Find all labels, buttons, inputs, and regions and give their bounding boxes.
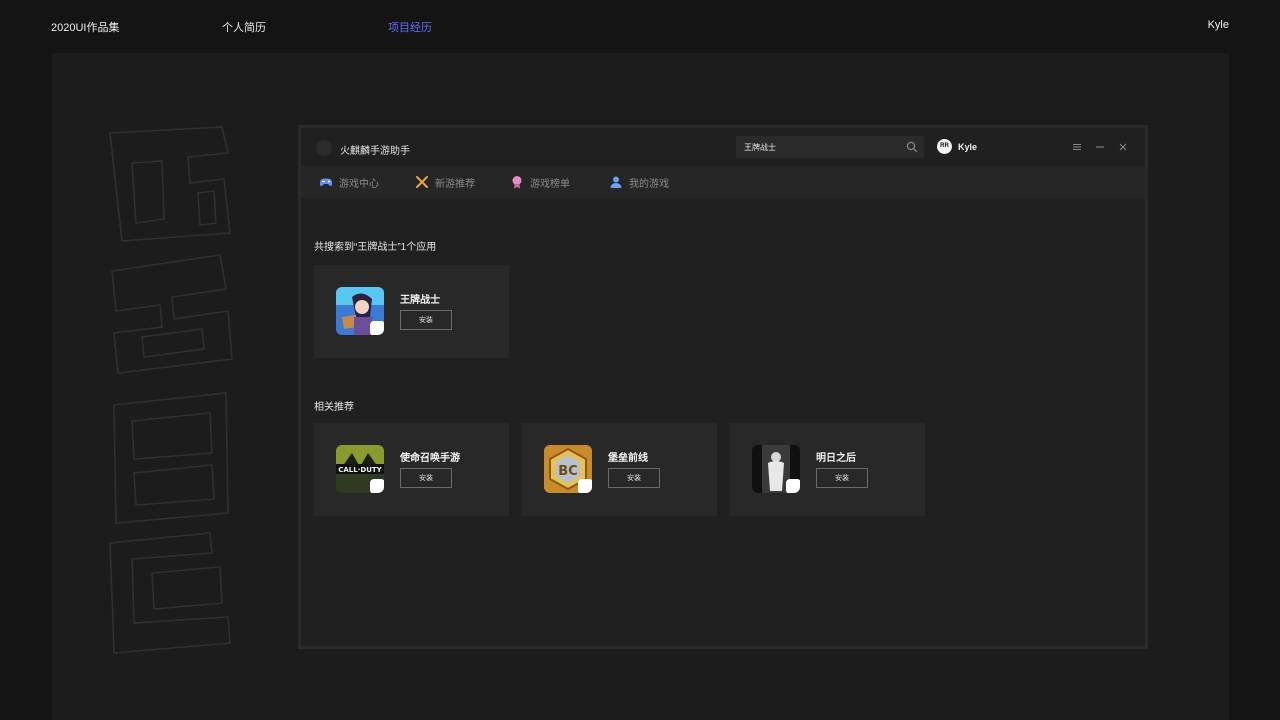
call-of-duty-logo-text: CALL·DUTY (338, 466, 382, 474)
game-name: 堡垒前线 (608, 453, 648, 464)
tab-new-games[interactable]: 新游推荐 (415, 166, 475, 198)
search-box (736, 136, 924, 158)
game-card[interactable]: 王牌战士 安装 (314, 265, 509, 358)
game-name: 使命召唤手游 (400, 453, 460, 464)
install-button[interactable]: 安装 (400, 310, 452, 330)
close-icon[interactable] (1117, 141, 1129, 153)
user-avatar[interactable]: RR (937, 139, 952, 154)
game-card[interactable]: 明日之后 安装 (730, 423, 925, 516)
tab-game-center[interactable]: 游戏中心 (319, 166, 379, 198)
tab-rankings[interactable]: 游戏榜单 (510, 166, 570, 198)
user-name[interactable]: Kyle (958, 142, 977, 152)
game-icon-call-of-duty: CALL·DUTY (336, 445, 384, 493)
game-icon-ace-fighter (336, 287, 384, 335)
crossed-swords-icon (416, 176, 428, 188)
install-button[interactable]: 安装 (816, 468, 868, 488)
user-icon (610, 176, 622, 188)
game-icon-lifeafter (752, 445, 800, 493)
minimize-icon[interactable] (1094, 141, 1106, 153)
game-name: 王牌战士 (400, 295, 440, 306)
game-card[interactable]: CALL·DUTY 使命召唤手游 安装 (314, 423, 509, 516)
search-input[interactable] (744, 136, 894, 158)
platform-badge-icon (370, 321, 384, 335)
nav-projects[interactable]: 项目经历 (388, 19, 432, 35)
medal-icon (512, 176, 522, 189)
tab-label: 我的游戏 (629, 178, 669, 190)
platform-badge-icon (578, 479, 592, 493)
game-card[interactable]: BC 堡垒前线 安装 (522, 423, 717, 516)
nav-user[interactable]: Kyle (1208, 19, 1229, 31)
platform-badge-icon (786, 479, 800, 493)
top-nav: 2020UI作品集 个人简历 项目经历 Kyle (0, 0, 1280, 52)
bastion-logo-text: BC (558, 464, 577, 479)
app-logo-icon (316, 140, 332, 156)
content-panel: 火麒麟手游助手 RR Kyle (52, 53, 1229, 720)
tab-my-games[interactable]: 我的游戏 (609, 166, 669, 198)
tab-label: 游戏中心 (339, 178, 379, 190)
game-icon-bastion-front: BC (544, 445, 592, 493)
portfolio-brand[interactable]: 2020UI作品集 (51, 19, 119, 35)
outline-text-decoration (109, 126, 233, 654)
tab-label: 新游推荐 (435, 178, 475, 190)
search-icon[interactable] (906, 141, 918, 153)
install-button[interactable]: 安装 (400, 468, 452, 488)
menu-icon[interactable] (1071, 141, 1083, 153)
install-button[interactable]: 安装 (608, 468, 660, 488)
related-label: 相关推荐 (314, 402, 354, 413)
app-window: 火麒麟手游助手 RR Kyle (298, 125, 1148, 649)
game-name: 明日之后 (816, 453, 856, 464)
tab-label: 游戏榜单 (530, 178, 570, 190)
title-bar: 火麒麟手游助手 RR Kyle (301, 128, 1145, 166)
app-title: 火麒麟手游助手 (340, 146, 410, 157)
search-result-count: 共搜索到“王牌战士”1个应用 (314, 242, 437, 253)
nav-resume[interactable]: 个人简历 (222, 19, 266, 35)
gamepad-icon (319, 178, 333, 187)
platform-badge-icon (370, 479, 384, 493)
tab-bar: 游戏中心 新游推荐 游戏榜单 我的游戏 (301, 166, 1145, 198)
